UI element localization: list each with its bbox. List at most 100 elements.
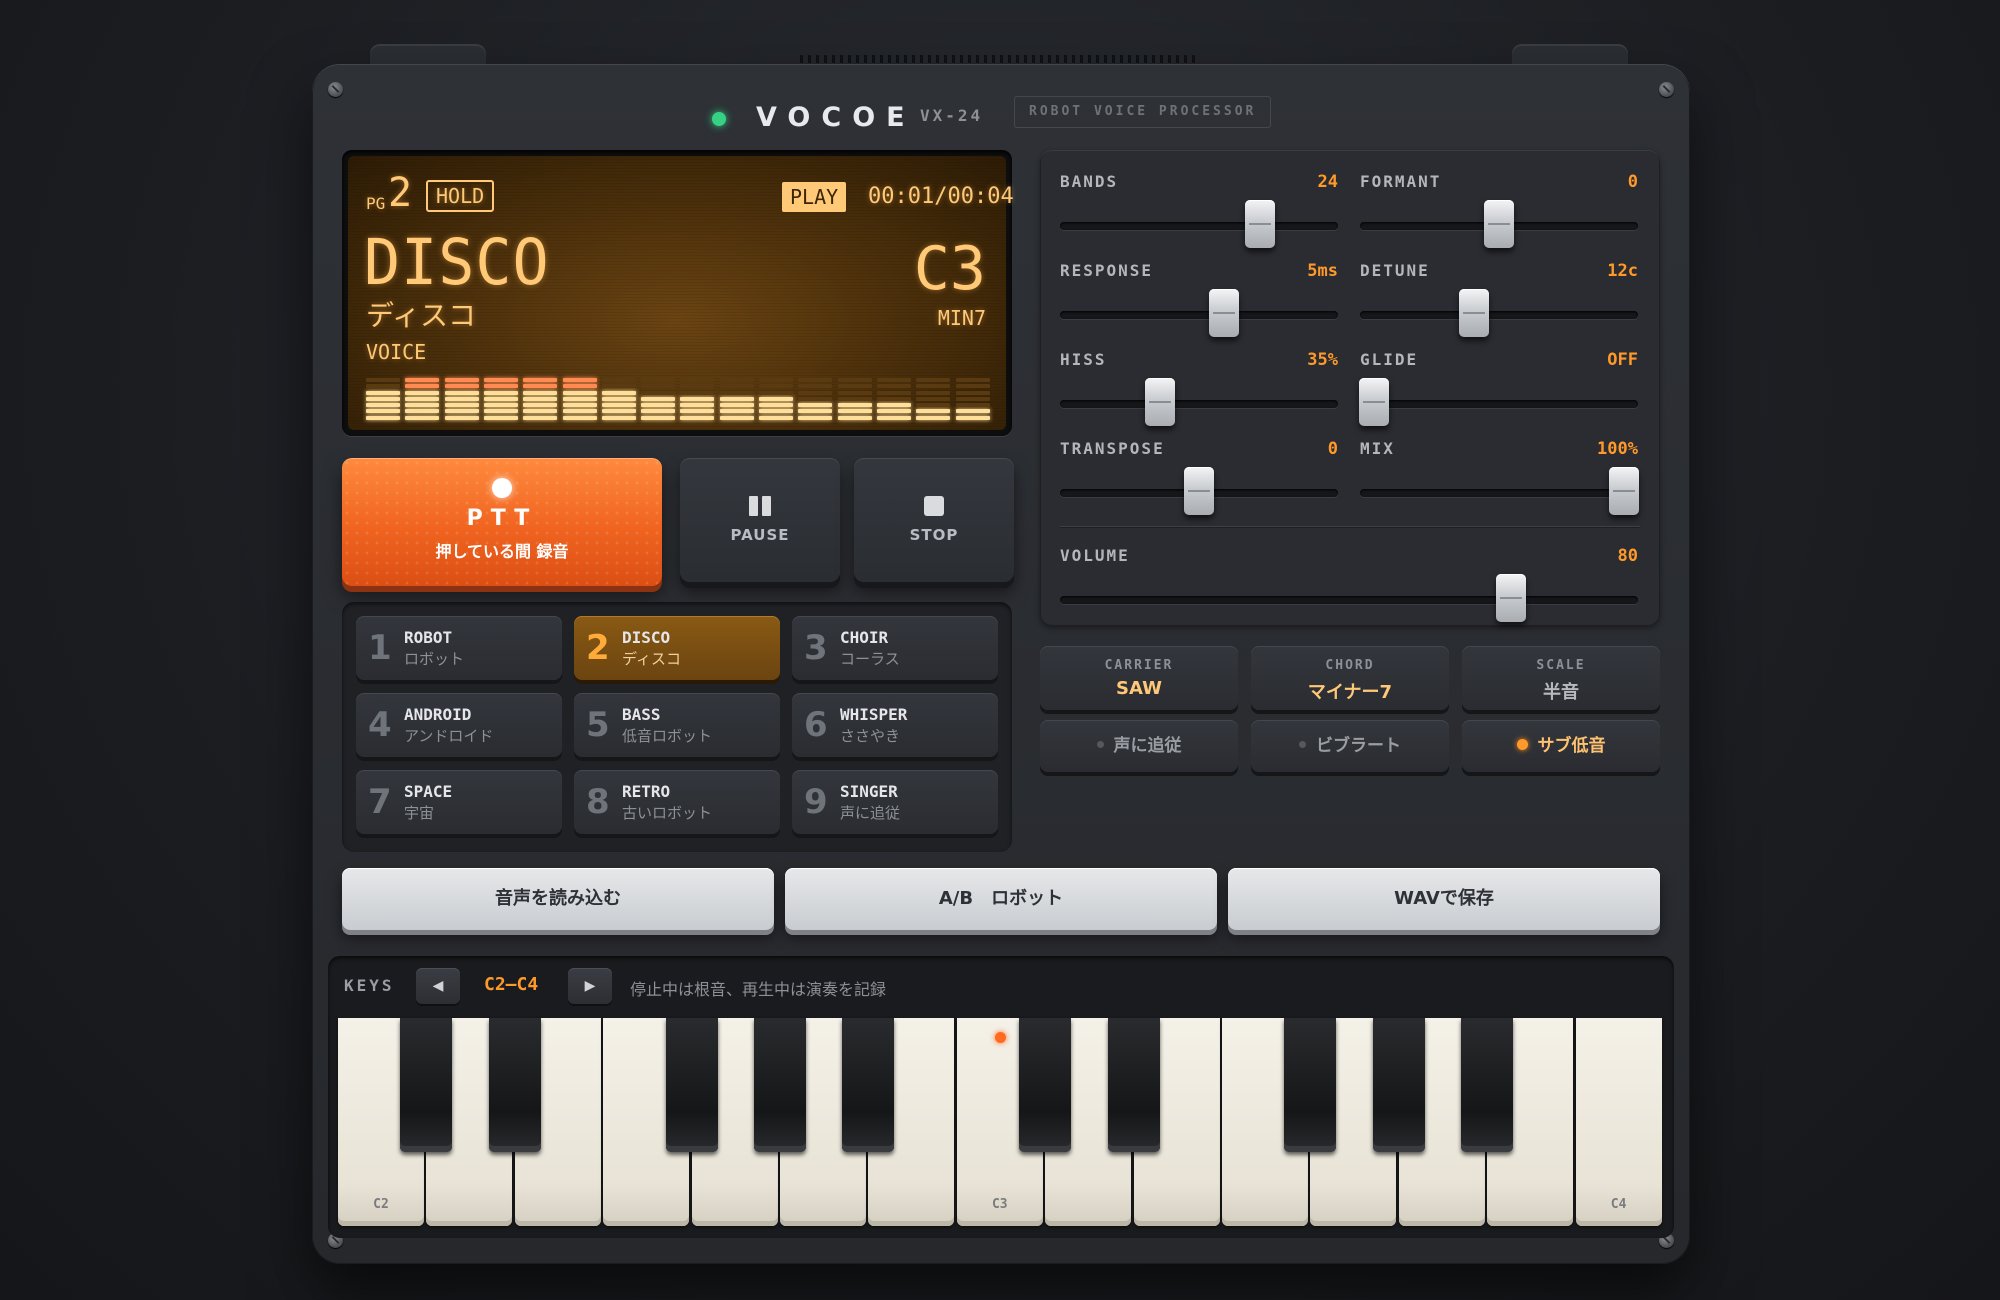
mode-select-carrier[interactable]: CARRIER SAW [1040,646,1238,710]
meter-segment [641,415,676,420]
preset-button-retro[interactable]: 8 RETRO 古いロボット [574,770,780,834]
slider-track[interactable] [1360,311,1638,319]
parameter-sliders-panel: BANDS 24 FORMANT 0 RESPONSE 5ms DETUNE 12c HISS 3… [1040,150,1660,626]
meter-segment [405,384,440,389]
mode-value: 半音 [1543,682,1579,703]
option-toggle-3[interactable]: サブ低音 [1462,720,1660,772]
slider-value: 0 [1627,172,1638,192]
option-toggle-2[interactable]: ビブラート [1251,720,1449,772]
meter-segment [798,409,833,414]
preset-name: ROBOT [404,628,453,647]
octave-label: C2 [373,1197,389,1212]
preset-button-robot[interactable]: 1 ROBOT ロボット [356,616,562,680]
preset-button-bass[interactable]: 5 BASS 低音ロボット [574,693,780,757]
meter-segment [562,384,597,389]
black-key[interactable] [400,1018,453,1152]
pause-icon [749,496,771,516]
option-toggle-1[interactable]: 声に追従 [1040,720,1238,772]
meter-segment [955,390,990,395]
panel-divider [1060,526,1640,527]
preset-button-android[interactable]: 4 ANDROID アンドロイド [356,693,562,757]
white-key[interactable]: C4 [1575,1018,1662,1226]
slider-formant: FORMANT 0 [1360,172,1638,248]
meter-segment [444,415,479,420]
preset-name: SPACE [404,782,453,801]
mode-select-scale[interactable]: SCALE 半音 [1462,646,1660,710]
slider-label: MIX [1360,439,1395,458]
meter-segment [916,384,951,389]
slider-thumb[interactable] [1484,200,1514,248]
preset-button-whisper[interactable]: 6 WHISPER ささやき [792,693,998,757]
meter-segment [601,403,636,408]
slider-track[interactable] [1360,489,1638,497]
black-key[interactable] [1107,1018,1160,1152]
meter-segment [483,403,518,408]
keyboard-range: C2–C4 [484,974,539,995]
preset-button-choir[interactable]: 3 CHOIR コーラス [792,616,998,680]
mode-select-chord[interactable]: CHORD マイナー7 [1251,646,1449,710]
meter-segment [955,396,990,401]
black-key[interactable] [754,1018,806,1152]
slider-thumb[interactable] [1358,378,1389,426]
ptt-label: PTT [466,506,538,531]
load-audio-button[interactable]: 音声を読み込む [342,868,774,930]
black-key[interactable] [1372,1018,1425,1152]
pause-label: PAUSE [730,526,790,544]
slider-track[interactable] [1060,596,1638,604]
preset-button-singer[interactable]: 9 SINGER 声に追従 [792,770,998,834]
slider-thumb[interactable] [1495,574,1526,622]
meter-column [366,377,400,422]
slider-thumb[interactable] [1458,289,1489,337]
stop-button[interactable]: STOP [854,458,1014,582]
black-key[interactable] [1461,1018,1514,1152]
device-header: VOCOE VX-24 ROBOT VOICE PROCESSOR [312,96,1690,140]
black-key[interactable] [488,1018,541,1152]
meter-segment [523,409,558,414]
meter-segment [641,390,676,395]
save-wav-button[interactable]: WAVで保存 [1228,868,1660,930]
ptt-button[interactable]: PTT 押している間 録音 [342,458,662,586]
meter-column [444,377,479,422]
root-note-readout: C3 [913,234,986,304]
meter-segment [876,415,911,420]
meter-segment [916,415,951,420]
black-key[interactable] [1019,1018,1072,1152]
meter-segment [680,415,715,420]
slider-track[interactable] [1060,222,1338,230]
slider-thumb[interactable] [1209,289,1240,337]
preset-name-jp: 古いロボット [622,804,713,822]
slider-thumb[interactable] [1184,467,1214,515]
black-key[interactable] [665,1018,718,1152]
meter-segment [641,396,676,401]
meter-column [641,377,676,422]
meter-column [562,377,597,422]
meter-segment [719,403,754,408]
meter-segment [798,384,833,389]
slider-thumb[interactable] [1145,378,1176,426]
meter-column [759,377,793,422]
root-note-marker-icon [994,1032,1006,1043]
preset-button-disco[interactable]: 2 DISCO ディスコ [574,616,780,680]
slider-track[interactable] [1060,311,1338,319]
slider-transpose: TRANSPOSE 0 [1060,439,1338,515]
black-key[interactable] [842,1018,895,1152]
pause-button[interactable]: PAUSE [680,458,840,582]
playback-time: 00:01/00:04 [868,184,1014,209]
preset-button-space[interactable]: 7 SPACE 宇宙 [356,770,562,834]
slider-thumb[interactable] [1609,467,1640,515]
black-key[interactable] [1284,1018,1337,1152]
slider-track[interactable] [1060,400,1338,408]
toggle-indicator-icon [1516,738,1528,750]
slider-track[interactable] [1360,400,1638,408]
meter-column [798,377,833,422]
meter-segment [837,384,872,389]
octave-up-button[interactable]: ▶ [568,968,612,1004]
meter-segment [366,377,400,382]
preset-name-jp: 宇宙 [404,804,435,822]
slider-thumb[interactable] [1245,200,1276,248]
toggle-label: ビブラート [1316,736,1401,756]
ab-robot-button[interactable]: A/B ロボット [785,868,1217,930]
octave-down-button[interactable]: ◀ [416,968,460,1004]
toggle-indicator-icon [1096,740,1104,748]
meter-segment [680,403,715,408]
